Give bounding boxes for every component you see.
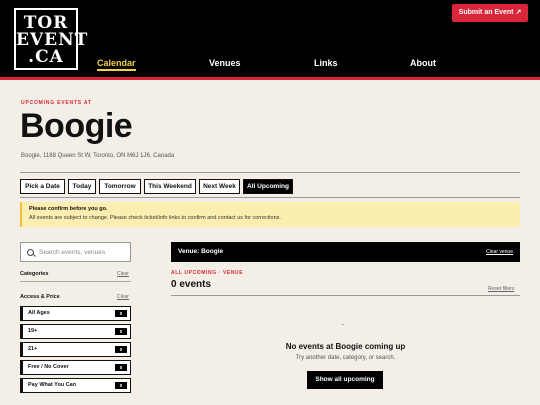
access-item-count: 0: [115, 328, 127, 335]
event-count: 0 events: [171, 279, 212, 290]
access-item-label: 19+: [28, 328, 38, 334]
show-all-upcoming-button[interactable]: Show all upcoming: [307, 371, 383, 389]
results-eyebrow: ALL UPCOMING · VENUE: [171, 270, 244, 276]
search-input[interactable]: [39, 246, 127, 259]
nav-links[interactable]: Links: [314, 58, 338, 68]
confirm-notice: Please confirm before you go. All events…: [20, 202, 520, 227]
empty-state-subtitle: Try another date, category, or search.: [295, 355, 396, 361]
clear-venue-link[interactable]: Clear venue: [486, 249, 513, 255]
access-item-19-plus[interactable]: 19+ 0: [20, 324, 131, 339]
filter-this-weekend[interactable]: This Weekend: [144, 179, 196, 194]
filter-next-week[interactable]: Next Week: [199, 179, 240, 194]
access-item-free-no-cover[interactable]: Free / No Cover 0: [20, 360, 131, 375]
nav-about[interactable]: About: [410, 58, 436, 68]
filter-today[interactable]: Today: [68, 179, 96, 194]
filter-all-upcoming[interactable]: All Upcoming: [243, 179, 293, 194]
results-divider: [171, 295, 520, 296]
access-price-label: Access & Price: [20, 294, 60, 300]
categories-divider: [20, 281, 131, 282]
title-divider: [20, 172, 520, 173]
logo-line-3: .CA: [28, 47, 64, 67]
header-accent-line: [0, 77, 540, 80]
access-item-pay-what-you-can[interactable]: Pay What You Can 0: [20, 378, 131, 393]
empty-state-icon: ˘: [342, 325, 344, 331]
categories-label: Categories: [20, 271, 49, 277]
nav-calendar[interactable]: Calendar: [97, 58, 136, 71]
access-item-all-ages[interactable]: All Ages 0: [20, 306, 131, 321]
venue-address: Boogie, 1188 Queen St W, Toronto, ON M6J…: [21, 153, 175, 159]
access-item-label: Pay What You Can: [28, 382, 77, 388]
venue-filter-bar: Venue: Boogie Clear venue: [171, 242, 520, 262]
empty-state-title: No events at Boogie coming up: [285, 342, 406, 351]
page-title: Boogie: [20, 107, 133, 145]
notice-title: Please confirm before you go.: [29, 206, 108, 212]
access-clear-link[interactable]: Clear: [117, 294, 129, 300]
access-item-label: Free / No Cover: [28, 364, 69, 370]
search-box: [20, 242, 131, 262]
filter-divider: [20, 197, 520, 198]
venue-filter-label: Venue: Boogie: [178, 248, 224, 255]
search-icon: [27, 249, 34, 256]
access-item-21-plus[interactable]: 21+ 0: [20, 342, 131, 357]
access-item-count: 0: [115, 310, 127, 317]
filter-pick-a-date[interactable]: Pick a Date: [20, 179, 65, 194]
page-eyebrow: UPCOMING EVENTS AT: [21, 100, 92, 106]
access-item-label: All Ages: [28, 310, 50, 316]
nav-venues[interactable]: Venues: [209, 58, 241, 68]
site-logo[interactable]: TOR EVENT .CA: [14, 8, 87, 70]
categories-clear-link[interactable]: Clear: [117, 271, 129, 277]
access-item-count: 0: [115, 364, 127, 371]
access-item-label: 21+: [28, 346, 38, 352]
reset-filters-link[interactable]: Reset filters: [488, 286, 514, 292]
filter-tomorrow[interactable]: Tomorrow: [99, 179, 141, 194]
access-item-count: 0: [115, 382, 127, 389]
submit-event-button[interactable]: Submit an Event ↗: [452, 4, 528, 22]
access-item-count: 0: [115, 346, 127, 353]
notice-body: All events are subject to change. Please…: [29, 215, 281, 221]
